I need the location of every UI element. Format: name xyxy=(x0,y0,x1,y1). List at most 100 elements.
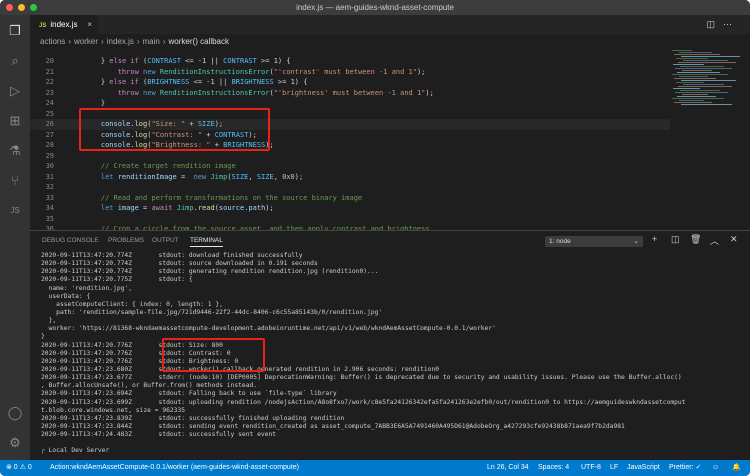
minimap-line xyxy=(678,62,736,63)
new-terminal-icon[interactable]: + xyxy=(652,234,657,244)
breadcrumb-item[interactable]: main xyxy=(143,37,160,46)
code-line: 33 // Read and perform transformations o… xyxy=(30,193,670,204)
account-icon[interactable]: ◯ xyxy=(7,405,23,421)
highlight-box-terminal xyxy=(162,338,265,372)
terminal-line: 2020-09-11T13:47:20.776Z stdout: Brightn… xyxy=(41,358,741,366)
code-token: let xyxy=(84,204,118,212)
code-token: ); xyxy=(417,68,425,76)
minimap-line xyxy=(675,68,732,69)
indentation[interactable]: Spaces: 4 xyxy=(538,460,569,476)
trash-icon[interactable]: 🗑 xyxy=(690,234,701,245)
terminal-select[interactable]: 1: node⌄ xyxy=(545,236,643,247)
code-token: } xyxy=(84,57,109,65)
terminal-line: 2020-09-11T13:47:20.774Z stdout: generat… xyxy=(41,268,741,276)
code-token: } xyxy=(84,99,105,107)
window-title: index.js — aem-guides-wknd-asset-compute xyxy=(296,3,454,12)
line-number: 29 xyxy=(30,151,54,162)
terminal-line: 2020-09-11T13:47:24.483Z stdout: success… xyxy=(41,431,741,439)
minimap-line xyxy=(677,72,720,73)
notifications-bell-icon[interactable]: 🔔 xyxy=(732,460,741,476)
extensions-icon[interactable]: ⊞ xyxy=(7,113,23,129)
tab-close-icon[interactable]: × xyxy=(87,15,92,34)
code-token: ); xyxy=(295,173,303,181)
title-bar: index.js — aem-guides-wknd-asset-compute xyxy=(0,0,750,15)
maximize-window-button[interactable] xyxy=(30,4,37,11)
breadcrumb-item[interactable]: index.js xyxy=(107,37,134,46)
activity-bar: ❐ ⌕ ▷ ⊞ ⚗ ⑂ JS ◯ ⚙ xyxy=(0,15,30,460)
code-token: read xyxy=(198,204,215,212)
terminal-line: ┌ Local Dev Server xyxy=(41,447,741,455)
tab-problems[interactable]: PROBLEMS xyxy=(108,237,144,244)
minimap[interactable] xyxy=(672,50,744,110)
code-token: let xyxy=(84,173,118,181)
line-number: 26 xyxy=(30,119,54,130)
source-control-icon[interactable]: ⑂ xyxy=(7,173,23,189)
breadcrumb-item[interactable]: actions xyxy=(40,37,65,46)
maximize-panel-icon[interactable]: ︿ xyxy=(710,234,719,247)
code-token: } xyxy=(84,78,109,86)
code-token: "'contrast' must between -1 and 1" xyxy=(274,68,417,76)
line-ending[interactable]: LF xyxy=(610,460,618,476)
line-number: 21 xyxy=(30,67,54,78)
minimap-line xyxy=(681,104,732,105)
split-editor-icon[interactable]: ◫ xyxy=(706,19,723,29)
explorer-icon[interactable]: ❐ xyxy=(7,23,23,39)
minimap-line xyxy=(672,74,728,75)
terminal-line: 2020-09-11T13:47:20.774Z stdout: downloa… xyxy=(41,252,741,260)
language-mode[interactable]: JavaScript xyxy=(627,460,660,476)
minimap-line xyxy=(680,90,720,91)
code-token: , xyxy=(248,173,256,181)
code-line: 30 // Create target rendition image xyxy=(30,161,670,172)
testing-icon[interactable]: ⚗ xyxy=(7,143,23,159)
problems-count[interactable]: ⊗ 0 ⚠ 0 xyxy=(6,460,32,476)
action-status[interactable]: Action:wkndAemAssetCompute-0.0.1/worker … xyxy=(50,460,299,476)
settings-gear-icon[interactable]: ⚙ xyxy=(7,435,23,451)
code-token: >= 1) { xyxy=(274,78,308,86)
close-panel-icon[interactable]: ✕ xyxy=(730,234,738,245)
breadcrumb-separator: › xyxy=(68,37,71,46)
line-number: 31 xyxy=(30,172,54,183)
code-token xyxy=(84,89,118,97)
terminal-line: path: 'rendition/sample-file.jpg/721d944… xyxy=(41,309,741,317)
tab-index-js[interactable]: JSindex.js × xyxy=(30,15,98,34)
code-line: 31 let renditionImage = new Jimp(SIZE, S… xyxy=(30,172,670,183)
code-token: // Read and perform transformations on t… xyxy=(84,194,362,202)
terminal-output[interactable]: 2020-09-11T13:47:20.774Z stdout: downloa… xyxy=(41,252,741,456)
highlight-box-code xyxy=(79,108,270,151)
terminal-line: 2020-09-11T13:47:23.839Z stdout: success… xyxy=(41,415,741,423)
code-line: 20 } else if (CONTRAST <= -1 || CONTRAST… xyxy=(30,56,670,67)
line-number: 34 xyxy=(30,203,54,214)
minimize-window-button[interactable] xyxy=(18,4,25,11)
minimap-line xyxy=(673,64,704,65)
code-token xyxy=(84,68,118,76)
close-window-button[interactable] xyxy=(6,4,13,11)
code-token: <= -1 || xyxy=(189,78,231,86)
breadcrumb-item[interactable]: worker xyxy=(74,37,98,46)
minimap-line xyxy=(675,92,728,93)
breadcrumb-item[interactable]: worker() callback xyxy=(169,37,229,46)
terminal-line: }, xyxy=(41,317,741,325)
terminal-select-value: 1: node xyxy=(549,238,571,245)
minimap-line xyxy=(681,80,736,81)
tab-debug-console[interactable]: DEBUG CONSOLE xyxy=(42,237,99,244)
line-number: 24 xyxy=(30,98,54,109)
minimap-line xyxy=(683,84,724,85)
code-token: throw xyxy=(118,89,139,97)
breadcrumb-separator: › xyxy=(137,37,140,46)
encoding[interactable]: UTF-8 xyxy=(581,460,601,476)
js-icon[interactable]: JS xyxy=(7,203,23,219)
prettier-status[interactable]: Prettier: ✓ xyxy=(669,460,701,476)
code-token: BRIGHTNESS xyxy=(147,78,189,86)
minimap-line xyxy=(676,58,708,59)
code-token: new xyxy=(139,68,160,76)
search-icon[interactable]: ⌕ xyxy=(7,53,23,69)
code-token: else if xyxy=(109,57,139,65)
run-debug-icon[interactable]: ▷ xyxy=(7,83,23,99)
cursor-position[interactable]: Ln 26, Col 34 xyxy=(487,460,529,476)
line-number: 22 xyxy=(30,77,54,88)
split-terminal-icon[interactable]: ◫ xyxy=(671,234,680,245)
more-actions-icon[interactable]: ⋯ xyxy=(723,19,740,29)
tab-output[interactable]: OUTPUT xyxy=(152,237,179,244)
feedback-icon[interactable]: ☺ xyxy=(712,460,719,476)
tab-terminal[interactable]: TERMINAL xyxy=(190,237,223,247)
